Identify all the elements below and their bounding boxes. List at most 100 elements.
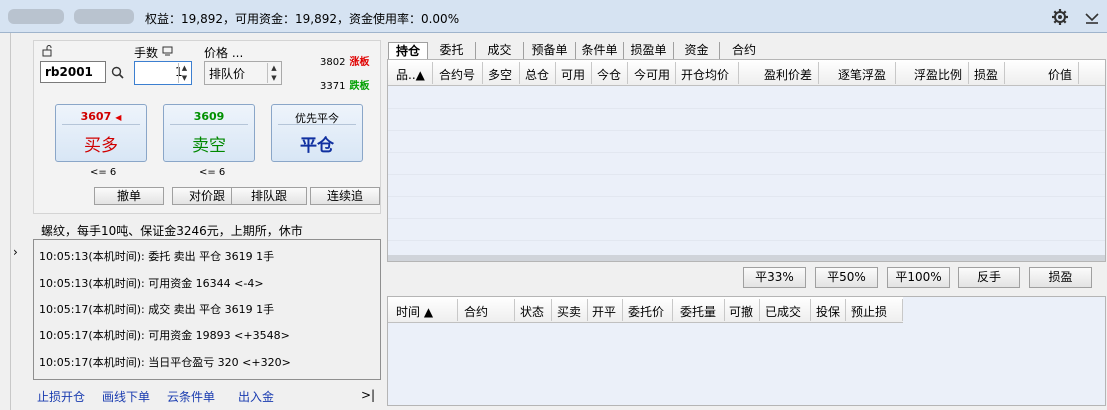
message-log: 10:05:13(本机时间): 委托 卖出 平仓 3619 1手 10:05:1… (33, 239, 381, 380)
tab-trades[interactable]: 成交 (476, 42, 524, 60)
sell-price: 3609 (170, 110, 248, 125)
collapse-down-icon[interactable] (1083, 8, 1101, 26)
col-float-profit[interactable]: 逐笔浮盈 (838, 66, 886, 83)
close-50-button[interactable]: 平50% (815, 267, 878, 288)
col-status[interactable]: 状态 (520, 303, 544, 320)
close-priority: 优先平今 (278, 110, 356, 125)
col-float-ratio[interactable]: 浮盈比例 (914, 66, 962, 83)
contract-info: 螺纹，每手10吨、保证金3246元，上期所，休市 (41, 224, 303, 238)
qty-input[interactable]: 1 ▲ ▼ (134, 61, 192, 85)
redacted-account-id (74, 9, 134, 24)
follow-queue-price-button[interactable]: 排队跟 (231, 187, 307, 205)
qty-stepper[interactable]: ▲ ▼ (178, 63, 190, 83)
chart-order-link[interactable]: 画线下单 (102, 388, 150, 405)
stepper-up-icon[interactable]: ▲ (179, 63, 190, 73)
account-summary: 权益：19,892，可用资金：19,892，资金使用率：0.00% (145, 12, 460, 26)
log-line: 10:05:13(本机时间): 委托 卖出 平仓 3619 1手 (39, 250, 275, 263)
positions-header: 品..▲ 合约号 多空 总仓 可用 今仓 今可用 开仓均价 盈利价差 逐笔浮盈 … (388, 60, 1105, 86)
reverse-position-button[interactable]: 反手 (958, 267, 1020, 288)
tab-conditional-orders[interactable]: 条件单 (576, 42, 624, 60)
close-position-button[interactable]: 优先平今 平仓 (271, 104, 363, 162)
col-open-avg-price[interactable]: 开仓均价 (681, 66, 729, 83)
col-profit-spread[interactable]: 盈利价差 (764, 66, 812, 83)
col-contract[interactable]: 合约 (464, 303, 488, 320)
title-bar: 权益：19,892，可用资金：19,892，资金使用率：0.00% (0, 0, 1107, 33)
orders-header: 时间 ▲ 合约 状态 买卖 开平 委托价 委托量 可撤 已成交 投保 预止损 (388, 297, 903, 323)
price-type-select[interactable]: 排队价 ▲ ▼ (204, 61, 282, 85)
stop-profit-button[interactable]: 损盈 (1029, 267, 1092, 288)
tab-orders[interactable]: 委托 (428, 42, 476, 60)
buy-price: 3607 (80, 110, 112, 123)
search-icon[interactable] (111, 66, 124, 79)
col-total[interactable]: 总仓 (525, 66, 549, 83)
horizontal-scrollbar[interactable] (388, 255, 1105, 261)
cloud-conditional-order-link[interactable]: 云条件单 (167, 388, 215, 405)
col-today-available[interactable]: 今可用 (634, 66, 670, 83)
cancel-order-button[interactable]: 撤单 (94, 187, 164, 205)
redacted-account-name (8, 9, 64, 24)
sell-short-label: 卖空 (192, 136, 226, 156)
col-order-qty[interactable]: 委托量 (680, 303, 716, 320)
log-line: 10:05:17(本机时间): 当日平仓盈亏 320 <+320> (39, 356, 291, 369)
tab-funds[interactable]: 资金 (674, 42, 720, 60)
limit-up: 3802 涨板 (320, 53, 369, 68)
col-product[interactable]: 品..▲ (396, 66, 425, 83)
log-line: 10:05:13(本机时间): 可用资金 16344 <-4> (39, 277, 264, 290)
log-line: 10:05:17(本机时间): 可用资金 19893 <+3548> (39, 329, 290, 342)
stepper-up-icon[interactable]: ▲ (268, 63, 280, 73)
col-buy-sell[interactable]: 买卖 (557, 303, 581, 320)
limit-down-price: 3371 (320, 81, 346, 92)
close-position-label: 平仓 (300, 136, 334, 156)
col-filled[interactable]: 已成交 (765, 303, 801, 320)
price-label[interactable]: 价格 ... (204, 44, 243, 61)
tab-stop-profit-orders[interactable]: 损盈单 (624, 42, 674, 60)
lock-icon[interactable] (42, 45, 54, 57)
col-cancelable[interactable]: 可撤 (729, 303, 753, 320)
limit-down: 3371 跌板 (320, 77, 369, 92)
col-time[interactable]: 时间 ▲ (396, 303, 433, 320)
col-hedge[interactable]: 投保 (816, 303, 840, 320)
col-available[interactable]: 可用 (561, 66, 585, 83)
col-pre-stop-loss[interactable]: 预止损 (851, 303, 887, 320)
qty-settings-icon[interactable] (162, 46, 174, 56)
qty-label: 手数 (134, 46, 159, 60)
limit-down-tag: 跌板 (349, 81, 370, 92)
price-pointer-icon: ◀ (115, 113, 122, 122)
tab-positions[interactable]: 持仓 (388, 42, 428, 60)
stepper-down-icon[interactable]: ▼ (179, 73, 190, 83)
deposit-withdraw-link[interactable]: 出入金 (238, 388, 274, 405)
price-stepper[interactable]: ▲ ▼ (267, 63, 280, 83)
orders-table: 时间 ▲ 合约 状态 买卖 开平 委托价 委托量 可撤 已成交 投保 预止损 (387, 296, 1106, 406)
stop-loss-open-link[interactable]: 止损开仓 (37, 388, 85, 405)
col-direction[interactable]: 多空 (488, 66, 512, 83)
col-open-close[interactable]: 开平 (592, 303, 616, 320)
buy-qty-limit: <= 6 (90, 167, 117, 178)
col-value[interactable]: 价值 (1048, 66, 1072, 83)
log-line: 10:05:17(本机时间): 成交 卖出 平仓 3619 1手 (39, 303, 275, 316)
price-type-value: 排队价 (209, 67, 246, 81)
close-100-button[interactable]: 平100% (887, 267, 950, 288)
col-today[interactable]: 今仓 (597, 66, 621, 83)
pin-panel-icon[interactable]: >| (361, 388, 375, 402)
limit-up-price: 3802 (320, 57, 346, 68)
col-contract[interactable]: 合约号 (439, 66, 475, 83)
contract-input[interactable]: rb2001 (40, 61, 106, 83)
continuous-chase-button[interactable]: 连续追 (310, 187, 380, 205)
close-33-button[interactable]: 平33% (743, 267, 806, 288)
stepper-down-icon[interactable]: ▼ (268, 73, 280, 83)
buy-long-button[interactable]: 3607 ◀ 买多 (55, 104, 147, 162)
limit-up-tag: 涨板 (349, 57, 370, 68)
buy-long-label: 买多 (84, 136, 118, 156)
gear-icon[interactable] (1051, 8, 1069, 26)
col-order-price[interactable]: 委托价 (628, 303, 664, 320)
positions-table: 品..▲ 合约号 多空 总仓 可用 今仓 今可用 开仓均价 盈利价差 逐笔浮盈 … (387, 59, 1106, 262)
tab-contracts[interactable]: 合约 (720, 42, 768, 60)
expand-panel-icon[interactable]: › (13, 245, 18, 259)
tab-bar: 持仓 委托 成交 预备单 条件单 损盈单 资金 合约 (388, 42, 770, 60)
sell-qty-limit: <= 6 (199, 167, 226, 178)
sell-short-button[interactable]: 3609 卖空 (163, 104, 255, 162)
tab-prepared-orders[interactable]: 预备单 (524, 42, 576, 60)
order-panel: › 手数 价格 ... rb2001 1 ▲ ▼ 排队价 ▲ ▼ 3802 涨板… (10, 33, 386, 410)
order-entry-box: 手数 价格 ... rb2001 1 ▲ ▼ 排队价 ▲ ▼ 3802 涨板 3… (33, 40, 381, 214)
col-stop-profit[interactable]: 损盈 (974, 66, 998, 83)
